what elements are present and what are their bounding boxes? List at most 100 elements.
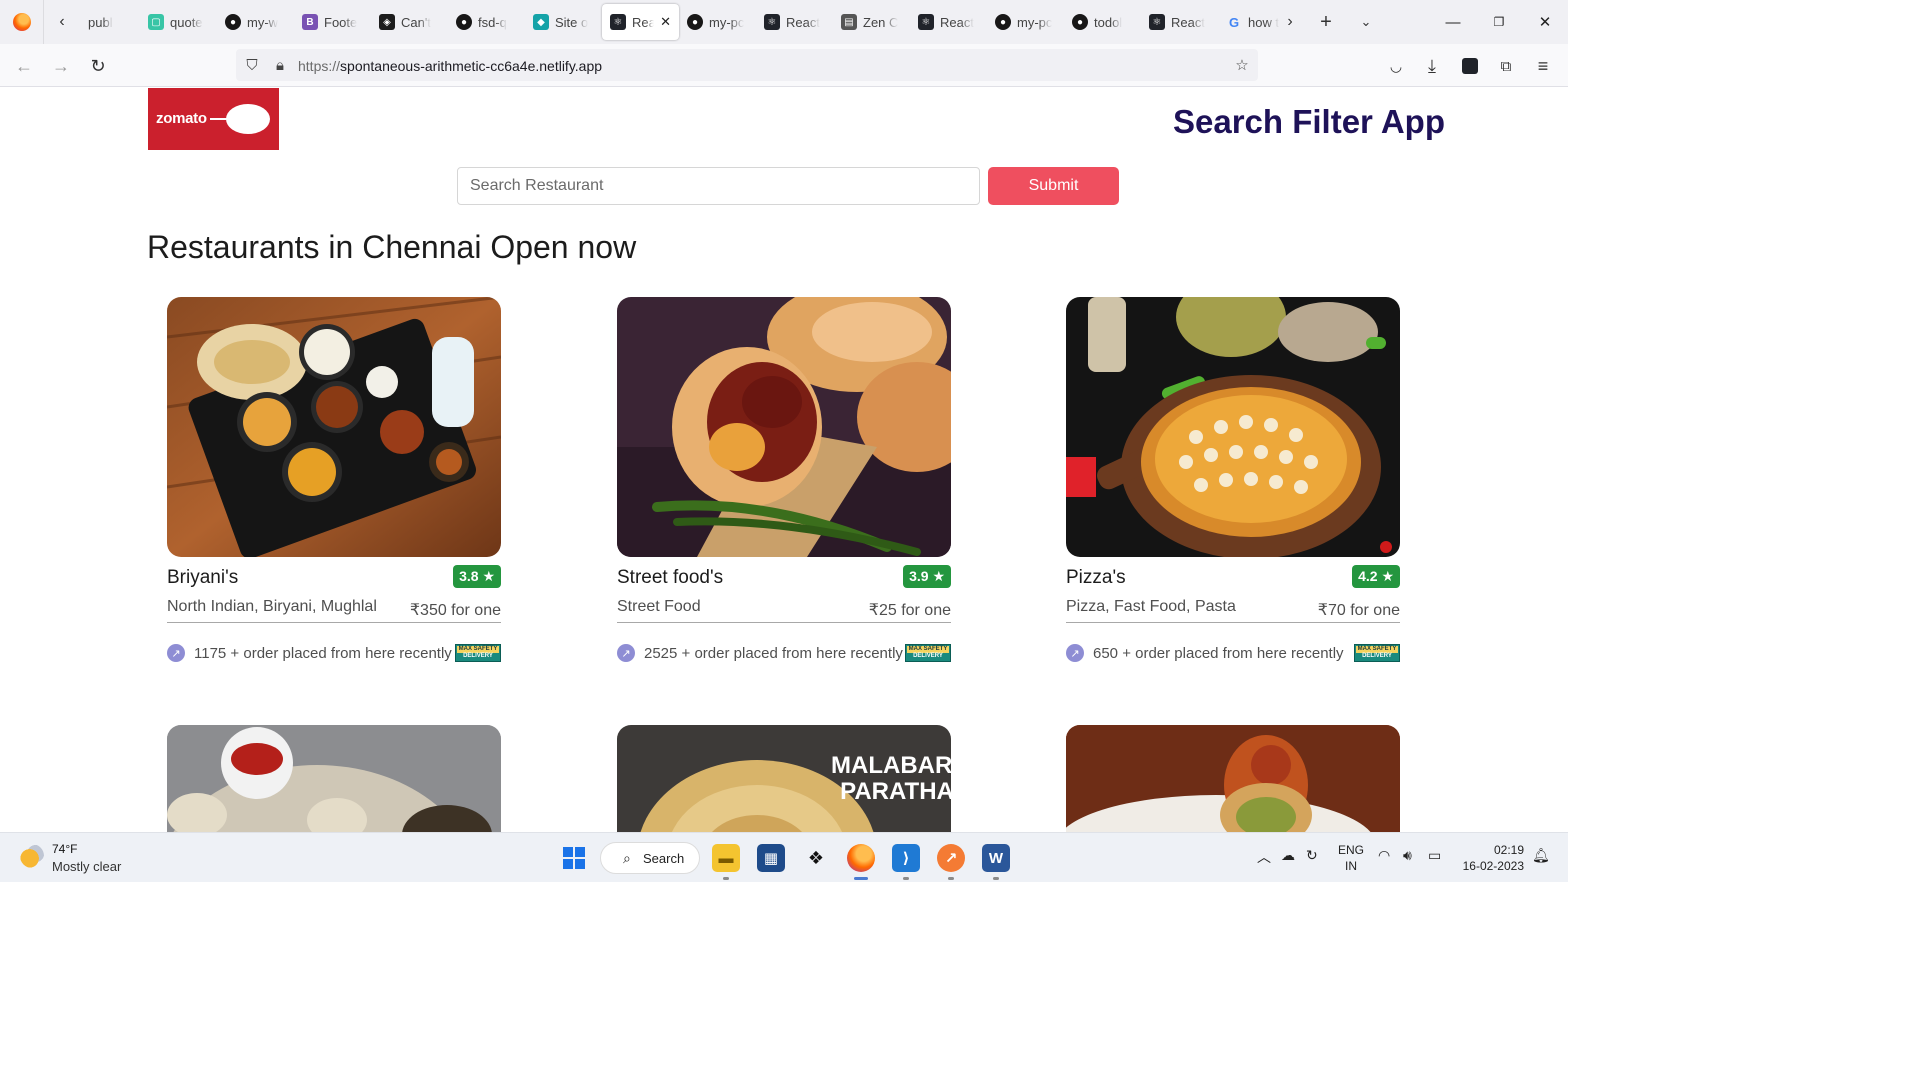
microsoft-store-icon[interactable]: ▦ — [757, 844, 785, 872]
tab-scroll-left-icon[interactable]: ‹ — [44, 0, 80, 44]
reload-icon[interactable]: ↻ — [84, 52, 112, 80]
github-icon: ● — [687, 14, 703, 30]
running-indicator — [723, 877, 729, 880]
browser-tab[interactable]: ● todol — [1064, 4, 1141, 40]
tracking-protection-icon[interactable]: ⛉ — [242, 54, 262, 76]
url-host: spontaneous-arithmetic-cc6a4e.netlify.ap… — [340, 58, 603, 74]
browser-tab[interactable]: ▤ Zen C — [833, 4, 910, 40]
trending-icon: ↗ — [167, 644, 185, 662]
app-menu-icon[interactable]: ≡ — [1529, 52, 1557, 80]
new-tab-icon[interactable]: + — [1308, 0, 1344, 44]
github-icon: ● — [456, 14, 472, 30]
bookmark-star-icon[interactable]: ☆ — [1232, 54, 1252, 76]
browser-tab-bar: ‹ publ ▢ quote ● my-w B Foote ◈ Can't ● fsd-q ◆ Site… — [0, 0, 1568, 44]
browser-tab[interactable]: ◈ Can't — [371, 4, 448, 40]
list-all-tabs-icon[interactable]: ⌄ — [1348, 0, 1384, 44]
pocket-icon[interactable]: ◡ — [1382, 52, 1410, 80]
tab-title: React — [1171, 14, 1205, 30]
restaurant-card[interactable]: Street food's 3.9 ★ Street Food ₹25 for … — [617, 297, 951, 662]
rating-badge: 3.8 ★ — [453, 565, 501, 588]
restaurant-card[interactable]: Briyani's 3.8 ★ North Indian, Biryani, M… — [167, 297, 501, 662]
browser-tab[interactable]: ◆ Site o — [525, 4, 602, 40]
temperature[interactable]: 74°F — [52, 842, 77, 856]
back-icon[interactable]: ← — [10, 52, 38, 80]
start-icon[interactable] — [560, 844, 588, 872]
downloads-icon[interactable]: ⤓ — [1418, 52, 1446, 80]
spoon-icon — [226, 104, 270, 134]
vada-pav-photo — [617, 297, 951, 557]
url-text[interactable]: https://spontaneous-arithmetic-cc6a4e.ne… — [298, 58, 602, 74]
restaurant-card[interactable]: Pizza's 4.2 ★ Pizza, Fast Food, Pasta ₹7… — [1066, 297, 1400, 662]
sync-icon[interactable]: ↻ — [1306, 847, 1318, 864]
cloud-icon[interactable]: ☁ — [1281, 847, 1295, 864]
google-icon: G — [1228, 14, 1240, 30]
section-title: Restaurants in Chennai Open now — [147, 229, 637, 265]
github-icon: ● — [225, 14, 241, 30]
overlay-line1: MALABAR — [831, 752, 951, 779]
browser-tab[interactable]: publ — [80, 4, 140, 40]
dropbox-icon[interactable]: ❖ — [802, 844, 830, 872]
card-header: Street food's 3.9 ★ — [617, 565, 951, 589]
browser-tab[interactable]: ● my-w — [217, 4, 294, 40]
search-input[interactable] — [457, 167, 980, 205]
lock-icon[interactable]: 🔒︎ — [270, 54, 290, 76]
tab-title: React — [786, 14, 820, 30]
forward-icon[interactable]: → — [47, 52, 75, 80]
windows-taskbar: 74°F Mostly clear ⌕ Search ▬ ▦ ❖ ⟩ ↗ W ︿… — [0, 832, 1568, 882]
browser-tab[interactable]: ⚛ Rea ✕ — [602, 4, 679, 40]
browser-tab[interactable]: ▢ quote — [140, 4, 217, 40]
orders-text: 650 + order placed from here recently — [1093, 645, 1344, 662]
weather-icon[interactable] — [20, 844, 44, 868]
battery-icon[interactable]: ▭ — [1428, 847, 1441, 864]
weather-condition[interactable]: Mostly clear — [52, 859, 121, 874]
browser-tab[interactable]: ⚛ React — [1141, 4, 1218, 40]
show-hidden-icons-icon[interactable]: ︿ — [1257, 847, 1271, 867]
orders-text: 2525 + order placed from here recently — [644, 645, 903, 662]
tab-scroll-right-icon[interactable]: › — [1272, 0, 1308, 44]
browser-tab[interactable]: ⚛ React — [756, 4, 833, 40]
tab-title: Foote — [324, 14, 358, 30]
restaurant-card[interactable] — [1066, 725, 1400, 832]
pizza-photo — [1066, 297, 1400, 557]
close-tab-icon[interactable]: ✕ — [660, 14, 671, 30]
vscode-icon[interactable]: ⟩ — [892, 844, 920, 872]
taskbar-search[interactable]: ⌕ Search — [600, 842, 700, 874]
firefox-icon[interactable] — [847, 844, 875, 872]
card-footer: ↗ 2525 + order placed from here recently… — [617, 643, 951, 663]
close-window-icon[interactable]: ✕ — [1522, 0, 1568, 44]
extensions-icon[interactable]: ⧉ — [1492, 52, 1520, 80]
browser-tab[interactable]: ⚛ React — [910, 4, 987, 40]
wifi-icon[interactable]: ◠ — [1378, 847, 1390, 864]
restaurant-name: Street food's — [617, 567, 724, 588]
browser-tab[interactable]: ● my-pc — [987, 4, 1064, 40]
browser-tab[interactable]: ● fsd-q — [448, 4, 525, 40]
volume-icon[interactable]: 🔊︎ — [1403, 847, 1412, 864]
react-devtools-icon[interactable] — [1456, 52, 1484, 80]
clock[interactable]: 02:19 16-02-2023 — [1460, 842, 1524, 874]
restaurant-image — [167, 725, 501, 832]
restore-icon[interactable]: ❐ — [1476, 0, 1522, 44]
word-icon[interactable]: W — [982, 844, 1010, 872]
browser-tab[interactable]: B Foote — [294, 4, 371, 40]
restaurant-image — [617, 297, 951, 557]
safety-badge-line1: MAX SAFETY — [456, 646, 500, 653]
submit-button[interactable]: Submit — [988, 167, 1119, 205]
postman-icon[interactable]: ↗ — [937, 844, 965, 872]
clock-time: 02:19 — [1493, 843, 1524, 857]
diamond-icon: ◈ — [379, 14, 395, 30]
price-text: ₹350 for one — [409, 602, 501, 619]
restaurant-card[interactable] — [167, 725, 501, 832]
max-safety-badge: MAX SAFETY DELIVERY — [455, 644, 501, 662]
restaurant-card[interactable]: MALABAR PARATHA — [617, 725, 951, 832]
file-explorer-icon[interactable]: ▬ — [712, 844, 740, 872]
restaurant-image — [1066, 297, 1400, 557]
card-details: Street Food ₹25 for one — [617, 597, 951, 623]
netlify-icon: ◆ — [533, 14, 549, 30]
minimize-icon[interactable]: — — [1430, 0, 1476, 44]
notification-bell-icon[interactable]: 🔔︎ — [1532, 847, 1550, 864]
react-icon: ⚛ — [918, 14, 934, 30]
browser-tab[interactable]: ● my-pc — [679, 4, 756, 40]
language-indicator[interactable]: ENG IN — [1338, 842, 1364, 874]
clock-date: 16-02-2023 — [1462, 859, 1524, 873]
firefox-menu-icon[interactable] — [0, 0, 44, 44]
